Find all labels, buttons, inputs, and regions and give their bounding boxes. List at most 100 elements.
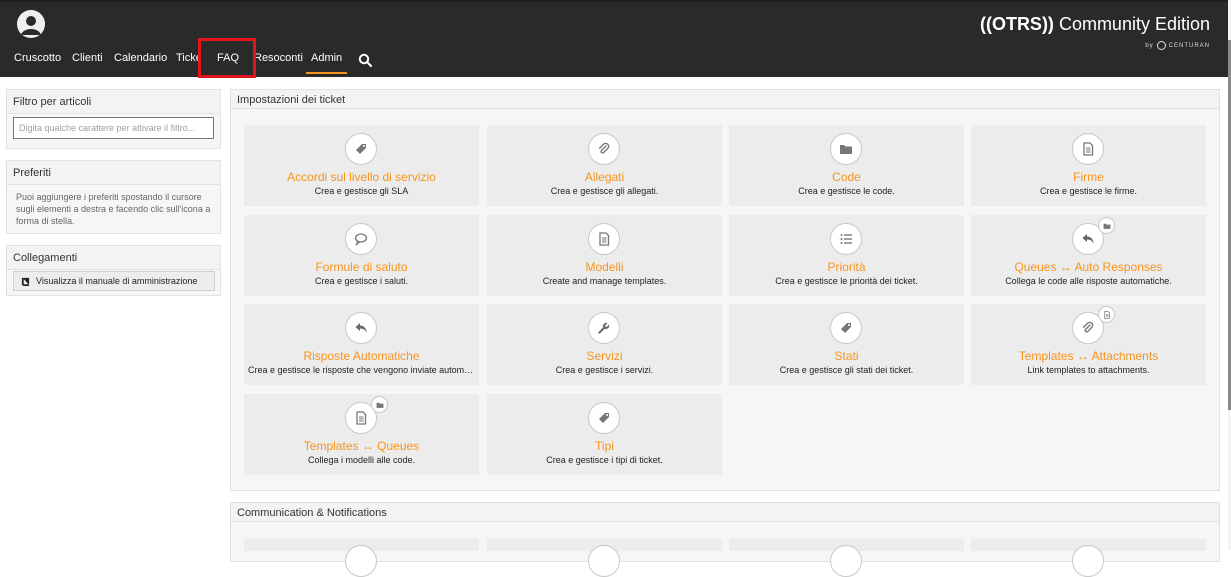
tile-description: Crea e gestisce gli allegati. (550, 186, 659, 196)
tile[interactable]: Queues ↔ Auto Responses Collega le code a… (971, 215, 1206, 296)
brand-partner: by CENTURAN (980, 41, 1210, 50)
nav-calendario[interactable]: Calendario (114, 46, 167, 70)
reply-icon (1082, 234, 1094, 244)
tile[interactable]: Firme Crea e gestisce le firme. (971, 125, 1206, 206)
tile[interactable]: Priorità Crea e gestisce le priorità dei … (729, 215, 964, 296)
tile-description: Crea e gestisce le code. (798, 186, 895, 196)
links-panel-title: Collegamenti (7, 246, 220, 270)
tile[interactable]: Tipi Crea e gestisce i tipi di ticket. (487, 394, 722, 475)
tile-title: Queues ↔ Auto Responses (1014, 260, 1163, 274)
tile-description: Crea e gestisce i saluti. (314, 276, 409, 286)
folder-icon (1103, 223, 1110, 229)
document-icon (1083, 142, 1094, 156)
paperclip-icon (598, 142, 610, 154)
tile-icon (345, 312, 377, 344)
admin-manual-button[interactable]: Visualizza il manuale di amministrazione (13, 271, 215, 291)
nav-cruscotto[interactable]: Cruscotto (14, 46, 61, 70)
tile-icon (830, 223, 862, 255)
tile-icon (830, 312, 862, 344)
tile-description: Create and manage templates. (542, 276, 667, 286)
tile-description: Collega le code alle risposte automatich… (1005, 276, 1172, 286)
tile-description: Crea e gestisce le priorità dei ticket. (775, 276, 918, 286)
tile-title: Firme (1073, 170, 1104, 184)
tile-badge (1098, 306, 1115, 323)
folder-icon (376, 402, 383, 408)
tile-title: Code (832, 170, 861, 184)
ticket-settings-title: Impostazioni dei ticket (231, 90, 1219, 109)
paperclip-icon (1082, 321, 1094, 333)
nav-ticket[interactable]: Ticke (176, 46, 198, 70)
tile[interactable]: Templates ↔ Attachments Link templates to… (971, 304, 1206, 385)
links-panel: Collegamenti Visualizza il manuale di am… (6, 245, 221, 296)
tile-badge (371, 396, 388, 413)
list-icon (840, 234, 852, 244)
filter-panel: Filtro per articoli (6, 89, 221, 149)
tile-description: Crea e gestisce gli SLA (314, 186, 409, 196)
tile[interactable]: Modelli Create and manage templates. (487, 215, 722, 296)
ticket-settings-section: Impostazioni dei ticket Accordi sul live… (230, 89, 1220, 491)
filter-panel-title: Filtro per articoli (7, 90, 220, 114)
nav-resoconti[interactable]: Resoconti (254, 46, 303, 70)
tile-icon (345, 133, 377, 165)
tile[interactable]: Risposte Automatiche Crea e gestisce le r… (244, 304, 479, 385)
nav-clienti[interactable]: Clienti (72, 46, 103, 70)
tag-icon (356, 144, 366, 154)
tile[interactable]: Formule di saluto Crea e gestisce i salut… (244, 215, 479, 296)
user-avatar[interactable] (17, 10, 45, 38)
tile-description: Collega i modelli alle code. (307, 455, 416, 465)
tile[interactable] (729, 539, 964, 577)
communication-section: Communication & Notifications (230, 502, 1220, 577)
centuran-logo-icon (1156, 41, 1166, 50)
search-icon[interactable] (358, 53, 372, 67)
tile-icon (588, 402, 620, 434)
tile[interactable]: Accordi sul livello di servizio Crea e ge… (244, 125, 479, 206)
tile-title: Accordi sul livello di servizio (287, 170, 436, 184)
tile[interactable]: Allegati Crea e gestisce gli allegati. (487, 125, 722, 206)
tile[interactable] (487, 539, 722, 577)
active-nav-indicator (306, 72, 347, 74)
nav-admin[interactable]: Admin (311, 46, 342, 70)
communication-title: Communication & Notifications (231, 503, 1219, 522)
admin-manual-label: Visualizza il manuale di amministrazione (36, 276, 198, 286)
folder-icon (840, 145, 852, 154)
tile-title: Modelli (585, 260, 624, 274)
tile-description: Crea e gestisce le risposte che vengono … (248, 365, 475, 375)
tile-title: Priorità (827, 260, 866, 274)
tile-description: Crea e gestisce le firme. (1039, 186, 1138, 196)
tile[interactable] (971, 539, 1206, 577)
tag-icon (599, 413, 609, 423)
tile-title: Tipi (595, 439, 614, 453)
tile-title: Allegati (584, 170, 625, 184)
tile[interactable]: Code Crea e gestisce le code. (729, 125, 964, 206)
tag-icon (841, 323, 851, 333)
tile-icon (830, 133, 862, 165)
tile-title: Servizi (586, 349, 623, 363)
tile-title: Templates ↔ Attachments (1018, 349, 1159, 363)
tile-description: Crea e gestisce gli stati dei ticket. (779, 365, 914, 375)
filter-input[interactable] (13, 117, 214, 139)
tile-description: Crea e gestisce i servizi. (555, 365, 654, 375)
document-icon (356, 411, 367, 425)
favorites-panel-title: Preferiti (7, 161, 220, 185)
reply-icon (355, 323, 367, 333)
tile-title: Templates ↔ Queues (303, 439, 420, 453)
tile[interactable]: Servizi Crea e gestisce i servizi. (487, 304, 722, 385)
favorites-help-text: Puoi aggiungere i preferiti spostando il… (16, 192, 211, 226)
wrench-icon (598, 322, 610, 334)
tile[interactable] (244, 539, 479, 577)
nav-faq[interactable]: FAQ (217, 46, 239, 70)
tile-description: Link templates to attachments. (1027, 365, 1150, 375)
tile-description: Crea e gestisce i tipi di ticket. (546, 455, 663, 465)
tile[interactable]: Stati Crea e gestisce gli stati dei ticke… (729, 304, 964, 385)
tile-icon (588, 312, 620, 344)
tile[interactable]: Templates ↔ Queues Collega i modelli alle… (244, 394, 479, 475)
book-icon (21, 277, 30, 286)
tile-icon (588, 133, 620, 165)
brand-title: ((OTRS)) Community Edition (979, 14, 1210, 34)
tile-title: Stati (834, 349, 859, 363)
tile-badge (1098, 217, 1115, 234)
tile-icon (1072, 133, 1104, 165)
tile-title: Formule di saluto (315, 260, 408, 274)
speech-bubble-icon (354, 233, 368, 246)
brand-logo: ((OTRS)) Community Edition by CENTURAN (980, 14, 1210, 50)
